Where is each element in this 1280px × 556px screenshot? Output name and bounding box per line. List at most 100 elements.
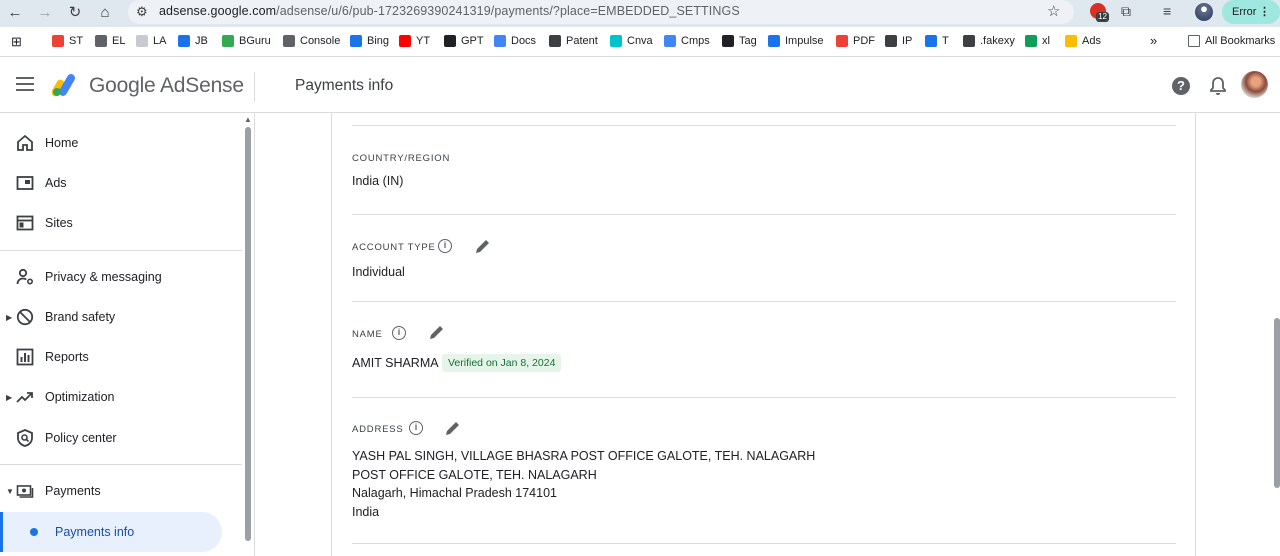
name-label: NAME: [352, 329, 383, 340]
bookmark-item[interactable]: Impulse: [768, 35, 824, 47]
help-icon[interactable]: ?: [1172, 77, 1190, 95]
sidebar-item-home[interactable]: Home: [0, 123, 242, 163]
bookmark-favicon-icon: [664, 35, 676, 47]
sidebar-item-sites[interactable]: Sites: [0, 203, 242, 243]
bookmark-item[interactable]: ST: [52, 35, 83, 47]
main-scrollbar[interactable]: [1272, 113, 1280, 556]
bookmark-item[interactable]: Cnva: [610, 35, 653, 47]
info-icon[interactable]: i: [392, 326, 406, 340]
bookmark-item[interactable]: Docs: [494, 35, 536, 47]
reports-chart-icon: [16, 348, 34, 366]
bookmark-item[interactable]: Console: [283, 35, 340, 47]
bookmark-favicon-icon: [610, 35, 622, 47]
bookmark-favicon-icon: [549, 35, 561, 47]
bookmark-label: Patent: [566, 35, 598, 47]
url-text[interactable]: adsense.google.com/adsense/u/6/pub-17232…: [159, 4, 740, 18]
bookmark-favicon-icon: [399, 35, 411, 47]
trending-up-icon: [16, 392, 33, 403]
expand-caret-icon[interactable]: ▶: [6, 393, 12, 402]
bookmark-item[interactable]: LA: [136, 35, 166, 47]
bookmark-star-icon[interactable]: ☆: [1047, 2, 1060, 20]
bookmark-favicon-icon: [136, 35, 148, 47]
bookmark-item[interactable]: JB: [178, 35, 208, 47]
bookmark-label: .fakexy: [980, 35, 1015, 47]
address-line: Nalagarh, Himachal Pradesh 174101: [352, 486, 557, 500]
collapse-caret-icon[interactable]: ▼: [6, 487, 14, 496]
scroll-up-arrow-icon[interactable]: ▲: [244, 115, 252, 124]
bookmark-item[interactable]: T: [925, 35, 949, 47]
sidebar-item-brand-safety[interactable]: ▶ Brand safety: [0, 297, 242, 337]
bookmark-item[interactable]: Patent: [549, 35, 598, 47]
forward-icon[interactable]: →: [35, 3, 55, 23]
sidebar-item-policy-center[interactable]: Policy center: [0, 418, 242, 458]
bookmark-item[interactable]: GPT: [444, 35, 484, 47]
sidebar-item-ads[interactable]: Ads: [0, 163, 242, 203]
profile-error-button[interactable]: Error ⋮: [1222, 0, 1280, 24]
sidebar-scrollbar[interactable]: ▲: [243, 113, 253, 556]
bookmark-label: PDF: [853, 35, 875, 47]
bookmark-label: Bing: [367, 35, 390, 47]
bookmark-label: Cnva: [627, 35, 653, 47]
policy-shield-icon: [17, 429, 33, 447]
bookmarks-bar: ⊞ ST EL LA JB BGuru Console Bing YT GPT Docs Paten…: [0, 28, 1280, 57]
main-scroll-thumb[interactable]: [1274, 318, 1280, 488]
bookmark-favicon-icon: [178, 35, 190, 47]
bookmark-item[interactable]: EL: [95, 35, 125, 47]
bookmark-item[interactable]: PDF: [836, 35, 875, 47]
bookmark-label: xl: [1042, 35, 1050, 47]
bookmark-item[interactable]: Ads: [1065, 35, 1101, 47]
address-label: ADDRESS: [352, 424, 404, 435]
info-icon[interactable]: i: [438, 239, 452, 253]
info-icon[interactable]: i: [409, 421, 423, 435]
all-bookmarks-button[interactable]: All Bookmarks: [1188, 35, 1275, 47]
bookmark-item[interactable]: Bing: [350, 35, 389, 47]
bookmark-item[interactable]: YT: [399, 35, 430, 47]
bookmark-item[interactable]: BGuru: [222, 35, 271, 47]
sidebar-item-label: Payments: [45, 484, 101, 498]
reading-list-icon[interactable]: ≡: [1163, 3, 1171, 19]
bookmark-item[interactable]: xl: [1025, 35, 1050, 47]
bookmark-label: T: [942, 35, 949, 47]
sidebar-item-reports[interactable]: Reports: [0, 337, 242, 377]
reload-icon[interactable]: ↻: [65, 3, 85, 23]
folder-icon: [1188, 35, 1200, 47]
bookmark-label: JB: [195, 35, 208, 47]
extensions-puzzle-icon[interactable]: ⧉: [1121, 3, 1131, 20]
page-title: Payments info: [295, 77, 394, 94]
extension-badge: 12: [1096, 12, 1109, 22]
notifications-bell-icon[interactable]: [1209, 76, 1227, 96]
apps-grid-icon[interactable]: ⊞: [11, 34, 22, 50]
bookmark-label: Console: [300, 35, 341, 47]
profile-avatar-icon[interactable]: [1195, 3, 1213, 21]
address-line: India: [352, 504, 380, 519]
home-icon[interactable]: ⌂: [95, 3, 115, 23]
bookmarks-overflow-button[interactable]: »: [1150, 33, 1157, 48]
ads-icon: [16, 176, 34, 190]
expand-caret-icon[interactable]: ▶: [6, 313, 12, 322]
bookmark-favicon-icon: [444, 35, 456, 47]
bookmark-item[interactable]: Cmps: [664, 35, 710, 47]
bookmark-item[interactable]: .fakexy: [963, 35, 1015, 47]
privacy-person-icon: [16, 268, 34, 285]
payments-info-card: COUNTRY/REGION India (IN) ACCOUNT TYPE i…: [331, 113, 1196, 556]
bookmark-item[interactable]: IP: [885, 35, 912, 47]
country-value: India (IN): [352, 174, 404, 188]
bookmark-favicon-icon: [350, 35, 362, 47]
menu-icon[interactable]: [16, 77, 34, 91]
sidebar-item-privacy[interactable]: Privacy & messaging: [0, 257, 242, 297]
address-line: YASH PAL SINGH, VILLAGE BHASRA POST OFFI…: [352, 449, 816, 463]
bookmark-item[interactable]: Tag: [722, 35, 757, 47]
sidebar-item-optimization[interactable]: ▶ Optimization: [0, 377, 242, 417]
edit-pencil-icon[interactable]: [474, 237, 492, 255]
sidebar-scroll-thumb[interactable]: [245, 127, 251, 541]
account-avatar[interactable]: [1241, 71, 1268, 98]
bookmark-label: Tag: [739, 35, 757, 47]
sidebar-item-label: Ads: [45, 176, 67, 190]
edit-pencil-icon[interactable]: [428, 323, 446, 341]
edit-pencil-icon[interactable]: [444, 419, 462, 437]
back-icon[interactable]: ←: [5, 3, 25, 23]
sidebar-item-payments-info[interactable]: Payments info: [0, 512, 222, 552]
bookmark-label: Cmps: [681, 35, 710, 47]
sidebar-item-payments[interactable]: ▼ Payments: [0, 471, 242, 511]
site-info-icon[interactable]: ⚙: [136, 4, 148, 20]
